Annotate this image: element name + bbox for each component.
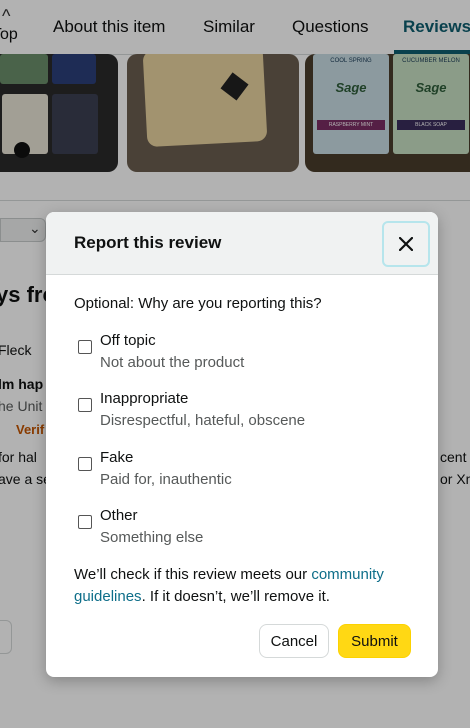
checkbox[interactable] [78,340,92,354]
option-other[interactable]: Other Something else [78,507,418,551]
option-title: Inappropriate [100,390,189,407]
option-off-topic[interactable]: Off topic Not about the product [78,332,418,376]
notice-text: We’ll check if this review meets our [74,566,312,583]
report-review-dialog: Report this review Optional: Why are you… [46,212,438,677]
checkbox[interactable] [78,457,92,471]
report-question: Optional: Why are you reporting this? [74,295,322,312]
option-subtitle: Paid for, inauthentic [100,471,232,488]
option-inappropriate[interactable]: Inappropriate Disrespectful, hateful, ob… [78,390,418,434]
dialog-title: Report this review [74,233,222,252]
checkbox[interactable] [78,398,92,412]
option-title: Fake [100,449,134,466]
option-title: Off topic [100,332,156,349]
option-fake[interactable]: Fake Paid for, inauthentic [78,449,418,493]
option-title: Other [100,507,138,524]
submit-button[interactable]: Submit [338,624,411,658]
option-subtitle: Disrespectful, hateful, obscene [100,412,306,429]
cancel-button[interactable]: Cancel [259,624,329,658]
close-button[interactable] [382,221,430,267]
dialog-header: Report this review [46,212,438,275]
checkbox[interactable] [78,515,92,529]
option-subtitle: Not about the product [100,354,245,371]
option-subtitle: Something else [100,529,204,546]
close-icon [399,237,413,251]
notice-text: . If it doesn’t, we’ll remove it. [141,588,330,605]
review-policy-notice: We’ll check if this review meets our com… [74,564,419,608]
